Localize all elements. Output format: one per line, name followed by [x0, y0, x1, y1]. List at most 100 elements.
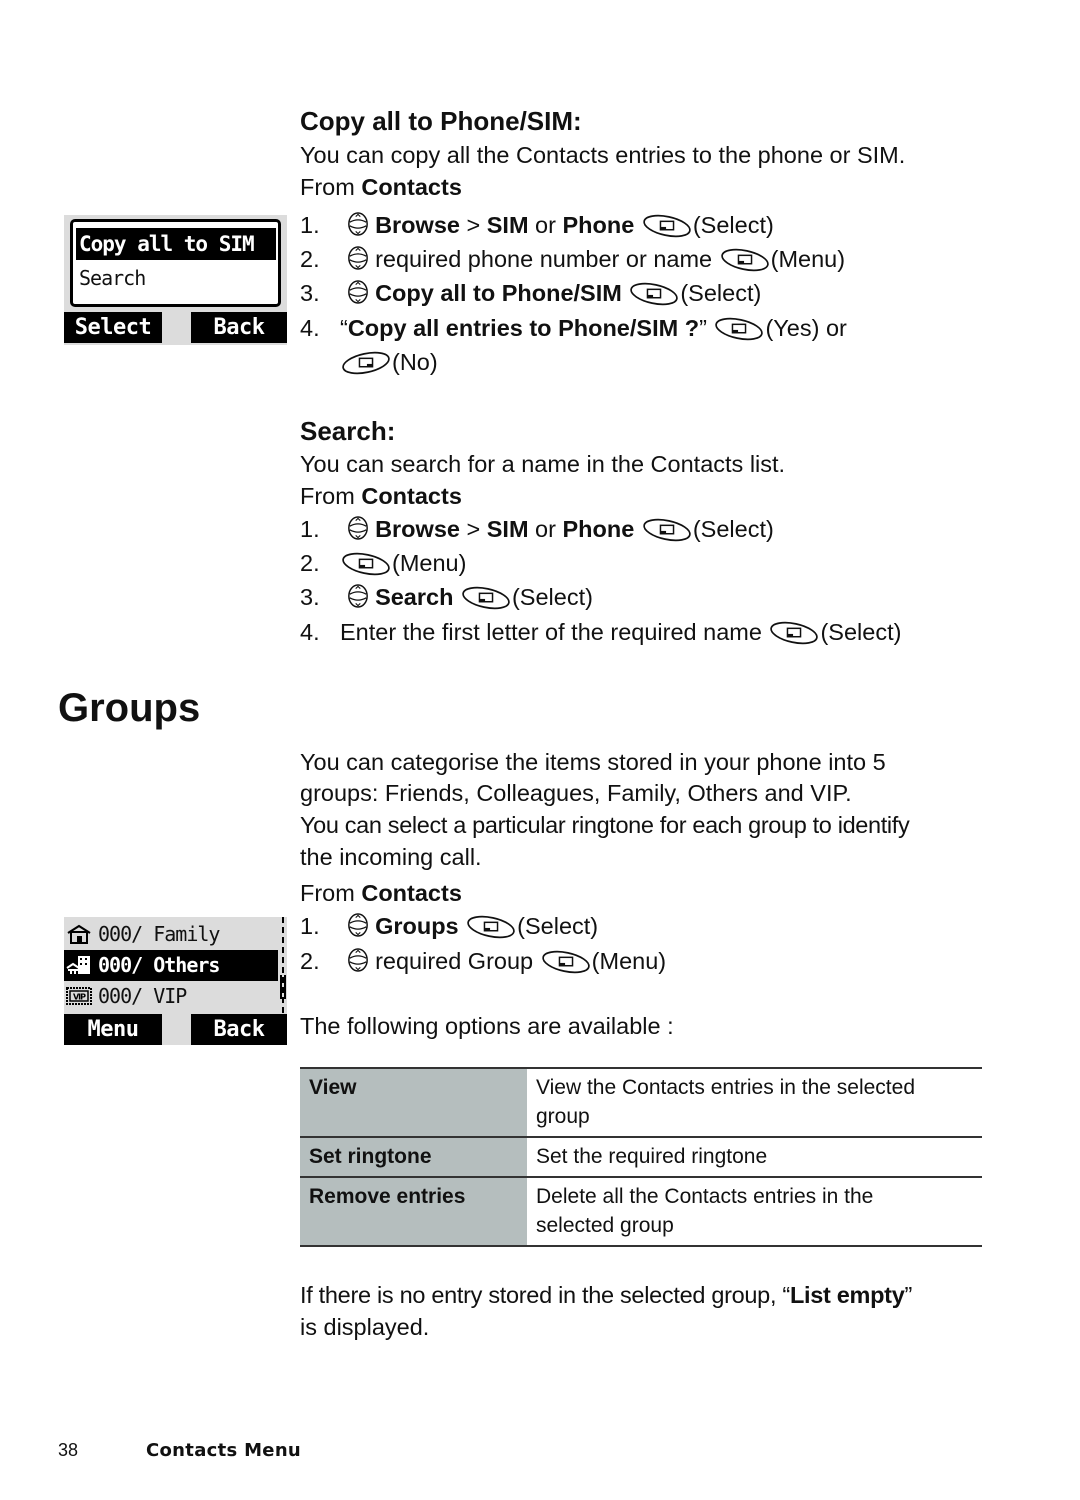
group-row-others: 000/ Others	[64, 950, 278, 981]
step-bold: SIM	[486, 516, 529, 542]
step-action: (Select)	[680, 280, 762, 306]
step-number: 4.	[300, 619, 320, 645]
step-bold: Copy all entries to Phone/SIM ?	[347, 315, 700, 341]
group-row-vip: VIP 000/ VIP	[64, 981, 278, 1012]
option-desc-line: Delete all the Contacts entries in the	[536, 1185, 874, 1208]
left-softkey-icon	[713, 315, 765, 343]
family-group-icon	[67, 924, 91, 944]
search-from: From Contacts	[300, 480, 462, 512]
copy-step-4: 4. “Copy all entries to Phone/SIM ?” (Yes…	[300, 311, 847, 345]
menu-item: Search	[79, 266, 146, 290]
step-text: >	[459, 516, 487, 542]
option-desc-line: Set the required ringtone	[536, 1145, 768, 1168]
step-text: >	[459, 212, 487, 238]
footer-section-title: Contacts Menu	[146, 1440, 302, 1461]
from-contacts: Contacts	[361, 174, 462, 200]
search-step-1: 1. Browse > SIM or Phone (Select)	[300, 512, 774, 546]
menu-softkey: Menu	[64, 1014, 162, 1045]
step-action: (Select)	[692, 212, 774, 238]
option-description: Set the required ringtone	[527, 1136, 982, 1177]
groups-heading: Groups	[58, 686, 201, 730]
step-action: (Select)	[517, 913, 599, 939]
step-action: (Select)	[820, 619, 902, 645]
table-row: Remove entries Delete all the Contacts e…	[300, 1176, 982, 1247]
option-desc-line: View the Contacts entries in the selecte…	[536, 1076, 915, 1099]
option-desc-line: selected group	[536, 1214, 674, 1237]
phone-screen-copy-menu: Copy all to SIM Search Select Back	[64, 215, 287, 345]
step-bold: Phone	[562, 212, 635, 238]
from-contacts: Contacts	[361, 880, 462, 906]
left-softkey-icon	[768, 619, 820, 647]
groups-para2-line2: the incoming call.	[300, 844, 482, 870]
left-softkey-icon	[719, 246, 771, 274]
option-description: View the Contacts entries in the selecte…	[527, 1067, 982, 1137]
navigation-key-icon	[347, 211, 369, 237]
copy-step-3: 3. Copy all to Phone/SIM (Select)	[300, 276, 761, 310]
step-text: or	[528, 212, 563, 238]
others-group-icon	[66, 956, 90, 974]
navigation-key-icon	[347, 245, 369, 271]
group-options-table: View View the Contacts entries in the se…	[300, 1067, 982, 1247]
group-label: 000/ Family	[98, 922, 220, 946]
step-text: Enter the first letter of the required n…	[340, 619, 762, 645]
search-heading: Search:	[300, 416, 396, 446]
copy-all-intro: You can copy all the Contacts entries to…	[300, 142, 906, 168]
left-softkey-icon	[641, 516, 693, 544]
step-text: required phone number or name	[375, 246, 713, 272]
list-empty-note: If there is no entry stored in the selec…	[300, 1279, 912, 1311]
quote-close: ”	[699, 315, 707, 341]
step-number: 2.	[300, 550, 320, 576]
groups-step-2: 2. required Group (Menu)	[300, 944, 666, 978]
step-number: 3.	[300, 584, 320, 610]
back-softkey: Back	[191, 1014, 287, 1045]
select-softkey: Select	[64, 312, 162, 343]
group-row-family: 000/ Family	[64, 919, 278, 950]
quote-open: “	[340, 315, 348, 341]
navigation-key-icon	[347, 912, 369, 938]
right-softkey-icon	[340, 349, 392, 377]
groups-para1-line2: groups: Friends, Colleagues, Family, Oth…	[300, 780, 852, 806]
menu-item-highlighted: Copy all to SIM	[76, 228, 276, 260]
group-label: 000/ Others	[98, 953, 220, 977]
navigation-key-icon	[347, 583, 369, 609]
left-softkey-icon	[460, 584, 512, 612]
option-name: Set ringtone	[300, 1136, 527, 1177]
scrollbar-thumb	[280, 975, 286, 999]
step-bold: Browse	[375, 212, 460, 238]
step-action: (Select)	[511, 584, 593, 610]
navigation-key-icon	[347, 515, 369, 541]
left-softkey-icon	[465, 913, 517, 941]
left-softkey-icon	[540, 948, 592, 976]
left-softkey-icon	[641, 212, 693, 240]
search-step-2: 2. (Menu)	[300, 546, 466, 580]
copy-all-from: From Contacts	[300, 171, 462, 203]
step-bold: Copy all to Phone/SIM	[375, 280, 622, 306]
table-row: View View the Contacts entries in the se…	[300, 1067, 982, 1137]
step-bold: Phone	[562, 516, 635, 542]
search-step-4: 4. Enter the first letter of the required…	[300, 615, 901, 649]
groups-para2-line1: You can select a particular ringtone for…	[300, 812, 910, 838]
step-action: (Select)	[692, 516, 774, 542]
step-text: required Group	[375, 948, 534, 974]
from-label: From	[300, 880, 362, 906]
copy-step-2: 2. required phone number or name (Menu)	[300, 242, 845, 276]
table-row: Set ringtone Set the required ringtone	[300, 1136, 982, 1177]
step-number: 4.	[300, 315, 320, 341]
note-text: If there is no entry stored in the selec…	[300, 1282, 790, 1308]
copy-step-4-continued: (No)	[340, 345, 438, 379]
step-action: (No)	[392, 349, 438, 375]
from-label: From	[300, 483, 362, 509]
screen-frame: Copy all to SIM Search	[70, 219, 281, 307]
page-number: 38	[58, 1440, 79, 1460]
copy-step-1: 1. Browse > SIM or Phone (Select)	[300, 208, 774, 242]
groups-from: From Contacts	[300, 877, 462, 909]
groups-para1-line1: You can categorise the items stored in y…	[300, 749, 886, 775]
step-action: (Menu)	[591, 948, 667, 974]
left-softkey-icon	[628, 280, 680, 308]
step-bold: SIM	[486, 212, 529, 238]
from-contacts: Contacts	[361, 483, 462, 509]
step-number: 3.	[300, 280, 320, 306]
navigation-key-icon	[347, 947, 369, 973]
option-description: Delete all the Contacts entries in the se…	[527, 1176, 982, 1247]
option-name: View	[300, 1067, 527, 1137]
